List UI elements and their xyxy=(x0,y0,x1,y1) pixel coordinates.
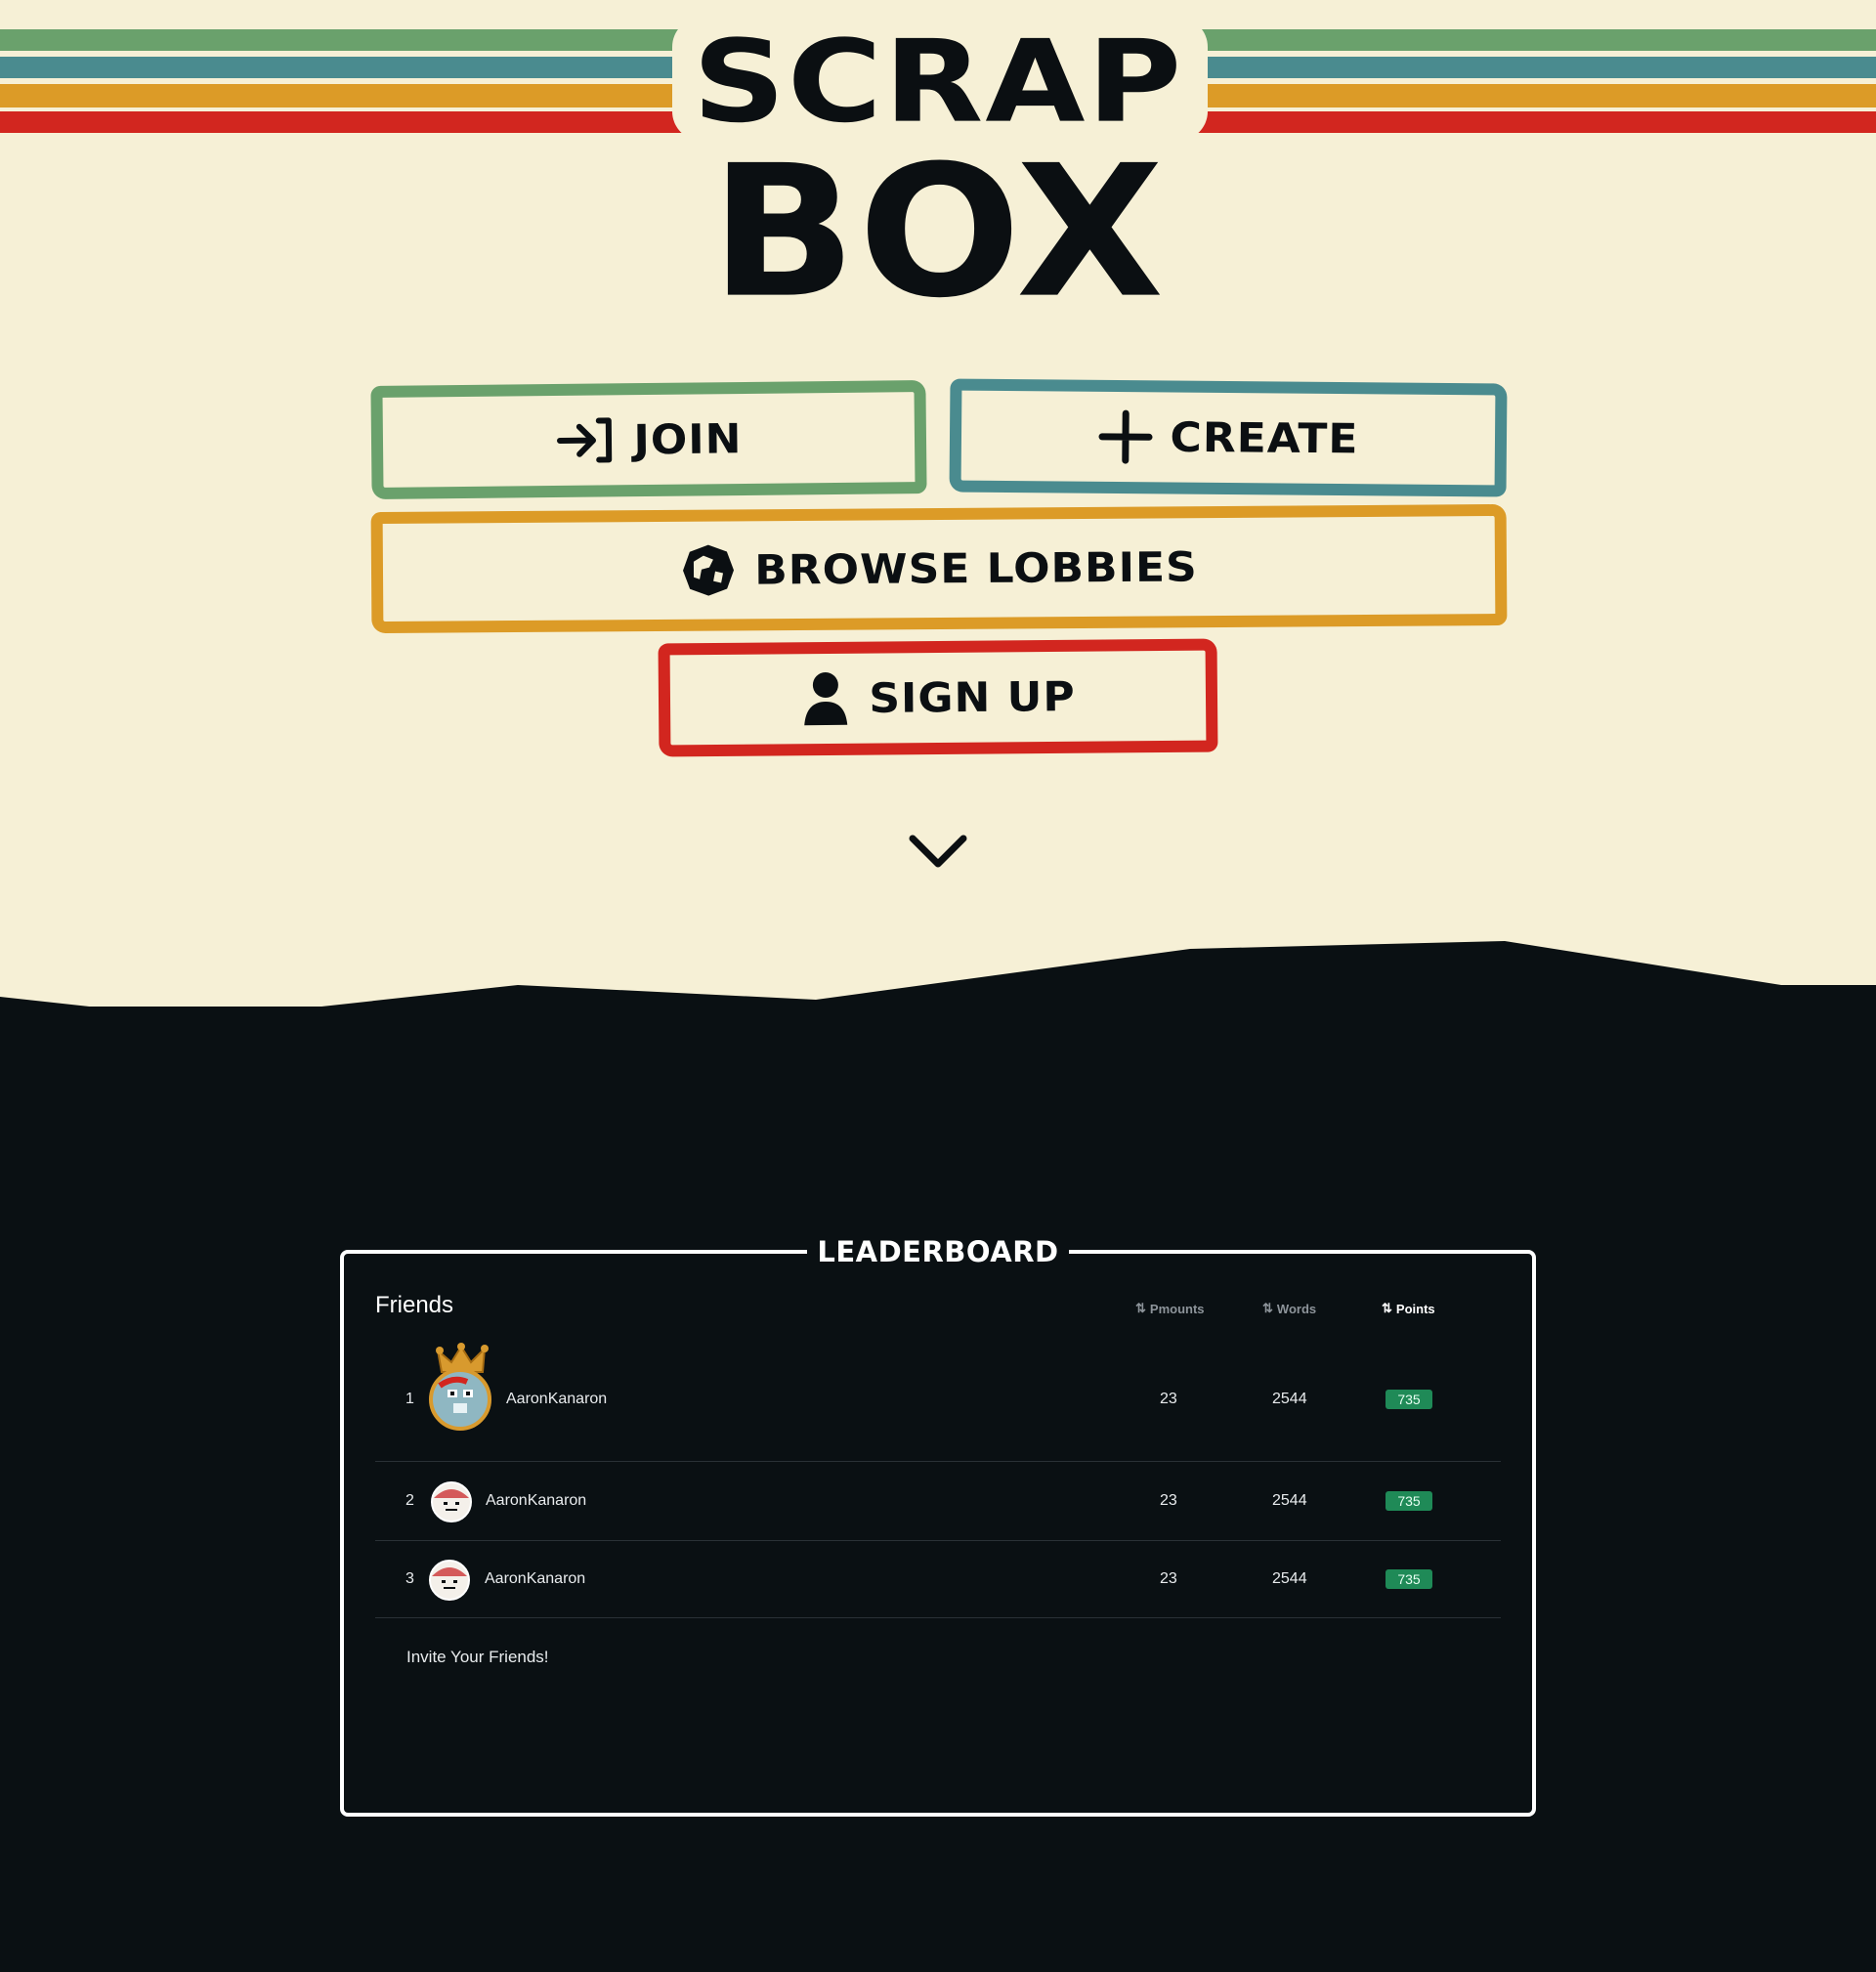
sort-icon: ⇅ xyxy=(1262,1301,1273,1315)
pmounts-value: 23 xyxy=(1160,1492,1177,1509)
leaderboard-title: LEADERBOARD xyxy=(807,1233,1069,1270)
sign-up-button[interactable]: SIGN UP xyxy=(658,638,1218,757)
enter-arrow-icon xyxy=(555,414,617,466)
points-badge: 735 xyxy=(1386,1491,1432,1511)
create-label: CREATE xyxy=(1170,413,1359,463)
player-name: AaronKanaron xyxy=(486,1492,587,1509)
create-button[interactable]: CREATE xyxy=(949,378,1508,497)
friends-heading: Friends xyxy=(375,1292,454,1318)
invite-friends-link[interactable]: Invite Your Friends! xyxy=(406,1648,549,1667)
pmounts-value: 23 xyxy=(1160,1570,1177,1587)
column-header-pmounts[interactable]: ⇅ Pmounts xyxy=(1135,1301,1205,1316)
words-value: 2544 xyxy=(1272,1492,1307,1509)
avatar xyxy=(430,1480,473,1527)
sort-icon: ⇅ xyxy=(1382,1301,1392,1315)
user-icon xyxy=(800,670,852,727)
join-label: JOIN xyxy=(633,414,743,464)
avatar xyxy=(428,1559,471,1606)
globe-icon xyxy=(680,541,737,598)
words-value: 2544 xyxy=(1272,1570,1307,1587)
logo-line-2: BOX xyxy=(709,126,1167,339)
rank: 2 xyxy=(405,1492,414,1509)
sort-icon: ⇅ xyxy=(1135,1301,1146,1315)
torn-edge xyxy=(0,941,1876,1011)
chevron-down-icon[interactable] xyxy=(907,833,969,876)
leaderboard-panel xyxy=(340,1250,1536,1817)
column-header-points[interactable]: ⇅ Points xyxy=(1382,1301,1435,1316)
points-badge: 735 xyxy=(1386,1390,1432,1409)
points-badge: 735 xyxy=(1386,1569,1432,1589)
join-button[interactable]: JOIN xyxy=(370,380,927,499)
rank: 3 xyxy=(405,1570,414,1587)
logo-line-1: SCRAP xyxy=(692,16,1184,149)
row-divider xyxy=(375,1461,1501,1462)
player-name: AaronKanaron xyxy=(506,1391,608,1407)
player-name: AaronKanaron xyxy=(485,1570,586,1587)
plus-icon xyxy=(1097,409,1153,464)
row-divider xyxy=(375,1617,1501,1618)
row-divider xyxy=(375,1540,1501,1541)
browse-lobbies-label: BROWSE LOBBIES xyxy=(754,542,1198,594)
rank: 1 xyxy=(405,1391,414,1407)
avatar xyxy=(428,1343,506,1435)
pmounts-value: 23 xyxy=(1160,1391,1177,1407)
words-value: 2544 xyxy=(1272,1391,1307,1407)
column-header-words[interactable]: ⇅ Words xyxy=(1262,1301,1316,1316)
browse-lobbies-button[interactable]: BROWSE LOBBIES xyxy=(370,503,1508,634)
sign-up-label: SIGN UP xyxy=(869,672,1076,722)
